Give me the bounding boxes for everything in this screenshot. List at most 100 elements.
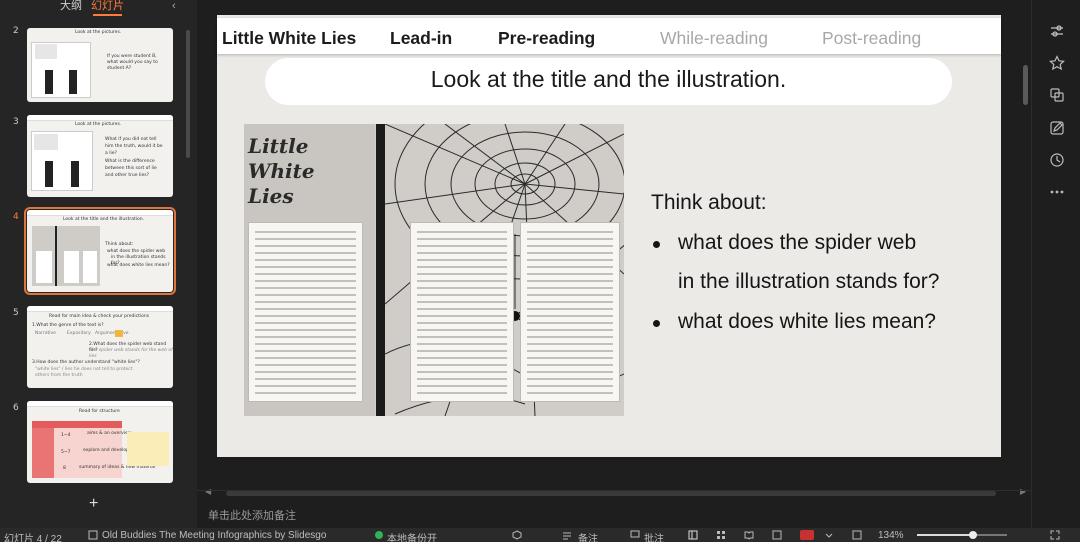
thumbnail-highlight (115, 330, 123, 337)
tab-slides[interactable]: 幻灯片 (91, 0, 124, 16)
thumbnail-text: Think about: (105, 242, 134, 247)
thumbnail-title: Read for main idea & check your predicti… (49, 314, 150, 319)
page-text-line (527, 357, 613, 359)
thumbnail-text: 5~7 (61, 450, 71, 455)
fit-window-icon[interactable] (852, 530, 862, 540)
notes-toggle[interactable]: 备注 (578, 530, 598, 542)
slide-thumbnail-3[interactable]: Look at the pictures. What if you did no… (27, 115, 173, 197)
add-slide-button[interactable]: + (89, 495, 98, 513)
page-text-line (527, 371, 613, 373)
thumbnail-figure (45, 161, 53, 187)
thumbnail-text: a lie? (105, 151, 117, 156)
settings-sliders-icon[interactable] (1049, 23, 1065, 39)
page-text-line (255, 266, 356, 268)
zoom-level[interactable]: 134% (878, 530, 904, 541)
page-text-line (417, 245, 507, 247)
page-text-line (417, 343, 507, 345)
collapse-panel-icon[interactable]: ‹ (172, 0, 176, 12)
slide-thumbnail-6[interactable]: Read for structure 1~4 aims & an overvie… (27, 401, 173, 483)
page-text-line (255, 238, 356, 240)
thumbnail-number: 6 (13, 403, 19, 413)
title-banner: Look at the title and the illustration. (265, 58, 952, 105)
thumbnail-text: What is the difference (105, 159, 155, 164)
page-text-line (417, 266, 507, 268)
cube-icon[interactable] (512, 530, 522, 540)
book-illustration: Little White Lies (244, 124, 624, 416)
dropdown-icon[interactable] (824, 530, 834, 540)
thumbnail-page (63, 250, 80, 284)
bullet-dot (653, 320, 660, 327)
reading-view-icon[interactable] (744, 530, 754, 540)
editor-horizontal-scrollbar[interactable] (226, 491, 996, 496)
page-text-line (255, 322, 356, 324)
zoom-slider[interactable] (917, 531, 1007, 539)
play-slideshow-button[interactable] (800, 530, 814, 540)
thumbnail-nav (27, 210, 173, 216)
nav-lead-in: Lead-in (390, 28, 453, 48)
outline-view-icon[interactable] (772, 530, 782, 540)
thumbnail-figure (45, 70, 53, 94)
backup-status-icon (375, 531, 383, 539)
edit-icon[interactable] (1049, 120, 1065, 136)
star-icon[interactable] (1049, 55, 1065, 71)
theme-name[interactable]: Old Buddies The Meeting Infographics by … (102, 530, 326, 541)
page-text-line (255, 364, 356, 366)
thumbnail-figure (34, 134, 58, 150)
page-text-line (255, 231, 356, 233)
current-slide[interactable]: Little White Lies Lead-in Pre-reading Wh… (217, 15, 1001, 457)
page-text-line (417, 301, 507, 303)
thumbnail-title: Look at the pictures. (75, 30, 122, 35)
comments-icon[interactable] (630, 530, 640, 540)
page-text-line (417, 280, 507, 282)
scroll-right-icon[interactable]: ▶ (1020, 487, 1026, 496)
page-text-line (255, 371, 356, 373)
slide-nav-bar: Little White Lies Lead-in Pre-reading Wh… (217, 18, 1001, 54)
local-backup-status[interactable]: 本地备份开 (387, 530, 437, 542)
tab-outline[interactable]: 大纲 (60, 0, 82, 13)
slide-thumbnail-2[interactable]: Look at the pictures. If you were studen… (27, 28, 173, 102)
page-text-line (417, 364, 507, 366)
page-text-line (417, 392, 507, 394)
slide-thumbnail-4[interactable]: Look at the title and the illustration. … (24, 207, 176, 295)
thumbnail-text: him the truth, would it be (105, 144, 163, 149)
thumbnail-text: The spider web stands for the web of lie… (89, 348, 173, 359)
page-text-line (255, 378, 356, 380)
thumbnail-figure (69, 70, 77, 94)
page-text-line (417, 350, 507, 352)
page-text-line (255, 315, 356, 317)
comments-toggle[interactable]: 批注 (644, 530, 664, 542)
page-text-line (527, 238, 613, 240)
page-text-line (255, 336, 356, 338)
thumbnail-number: 3 (13, 117, 19, 127)
nav-while-reading: While-reading (660, 28, 768, 48)
scroll-left-icon[interactable]: ◀ (205, 487, 211, 496)
slide-heading: Look at the title and the illustration. (430, 66, 787, 92)
thumbnail-text: aims & an overview (87, 431, 132, 436)
page-text-line (417, 231, 507, 233)
slide-thumbnail-5[interactable]: Read for main idea & check your predicti… (27, 306, 173, 388)
page-text-line (255, 287, 356, 289)
notes-icon[interactable] (562, 530, 572, 540)
zoom-slider-knob[interactable] (968, 531, 977, 539)
thumbnail-nav (27, 306, 173, 312)
illustration-title-line: Lies (248, 184, 294, 208)
notes-placeholder[interactable]: 单击此处添加备注 (208, 507, 296, 523)
editor-vertical-scrollbar[interactable] (1023, 65, 1028, 105)
history-icon[interactable] (1049, 152, 1065, 168)
book-page-2 (410, 222, 514, 402)
copy-icon[interactable] (1049, 87, 1065, 103)
normal-view-icon[interactable] (688, 530, 698, 540)
page-text-line (417, 329, 507, 331)
slide-thumbnail-panel: 大纲 幻灯片 ‹ 2 Look at the pictures. If you … (0, 0, 197, 528)
page-text-line (527, 245, 613, 247)
page-text-line (417, 259, 507, 261)
thumbnail-title: Read for structure (79, 409, 120, 414)
thumbnail-scrollbar[interactable] (186, 30, 190, 158)
bullet-text: what does the spider web (678, 231, 917, 254)
more-icon[interactable] (1049, 184, 1065, 200)
thumbnail-number-fallback: 2 (13, 26, 19, 36)
page-text-line (417, 336, 507, 338)
page-text-line (417, 385, 507, 387)
grid-view-icon[interactable] (716, 530, 726, 540)
fullscreen-icon[interactable] (1050, 530, 1060, 540)
